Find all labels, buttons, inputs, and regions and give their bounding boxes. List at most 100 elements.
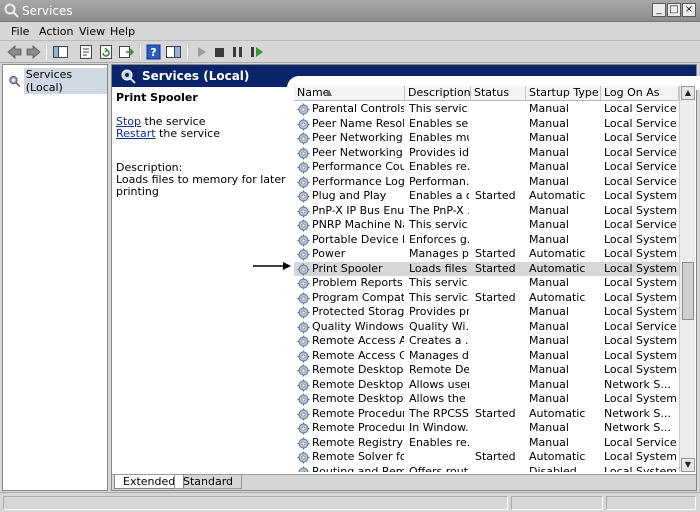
cell-name: Remote Solver for ... <box>312 450 404 463</box>
table-row[interactable]: Problem Reports an... This servic... Manua… <box>294 276 679 291</box>
tree-item-label: Services (Local) <box>23 68 107 94</box>
table-row[interactable]: Remote Registry Enables re... Manual Local … <box>294 436 679 451</box>
cell-log-on-as: Network S... <box>604 377 671 391</box>
cell-description: Performan... <box>409 174 469 188</box>
cell-startup-type: Manual <box>529 305 569 318</box>
table-row[interactable]: Remote Desktop Se... Allows user... Manual… <box>294 378 679 393</box>
start-service-icon[interactable] <box>193 44 210 60</box>
menu-help[interactable]: Help <box>110 25 135 38</box>
cell-name: Remote Desktop Se... <box>312 377 404 391</box>
cell-log-on-as: Local System <box>604 348 678 362</box>
cell-log-on-as: Local Service <box>604 131 677 144</box>
tree-item-services-local[interactable]: Services (Local) <box>8 68 107 94</box>
cell-log-on-as: Local System <box>604 261 678 275</box>
service-gear-icon <box>297 292 310 304</box>
table-row[interactable]: Peer Networking Id... Provides id... Manua… <box>294 146 679 161</box>
table-row[interactable]: Performance Count... Enables re... Manual L… <box>294 160 679 175</box>
scroll-up-button[interactable]: ▲ <box>681 86 695 100</box>
table-row[interactable]: Portable Device En... Enforces g... Manual… <box>294 233 679 248</box>
table-row[interactable]: Remote Access Co... Manages di... Manual Lo… <box>294 349 679 364</box>
menu-view[interactable]: View <box>79 25 105 38</box>
service-gear-icon <box>297 335 310 348</box>
maximize-button[interactable]: □ <box>667 3 681 17</box>
cell-name: Peer Name Resoluti... <box>312 116 404 130</box>
cell-startup-type: Manual <box>529 145 569 159</box>
help-icon[interactable]: ? <box>145 44 162 60</box>
cell-log-on-as: Network S... <box>604 406 671 420</box>
table-row[interactable]: Quality Windows A... Quality Wi... Manual L… <box>294 320 679 335</box>
show-hide-action-pane-icon[interactable] <box>165 44 182 60</box>
cell-description: This servic... <box>409 290 469 304</box>
table-row[interactable]: Remote Procedure ... In Window... Manual Ne… <box>294 421 679 436</box>
cell-name: Protected Storage <box>312 305 404 318</box>
cell-description: Creates a ... <box>409 334 469 347</box>
cell-log-on-as: Local Service <box>604 145 677 159</box>
column-header-log-on-as[interactable]: Log On As <box>601 86 679 101</box>
cell-description: This servic... <box>409 218 469 231</box>
cell-startup-type: Manual <box>529 377 569 391</box>
table-row[interactable]: Routing and Remot... Offers rout... Disabl… <box>294 465 679 472</box>
cell-name: PnP-X IP Bus Enum... <box>312 203 404 217</box>
column-header-name[interactable]: Name ▲ <box>294 86 405 101</box>
refresh-icon[interactable] <box>98 44 115 60</box>
cell-description: Enables re... <box>409 160 469 173</box>
close-button[interactable]: × <box>682 3 696 17</box>
table-row[interactable]: Peer Name Resoluti... Enables se... Manual… <box>294 117 679 132</box>
table-row[interactable]: Protected Storage Provides pr... Manual Loc… <box>294 305 679 320</box>
cell-startup-type: Automatic <box>529 261 586 275</box>
table-row[interactable]: Program Compatibili... This servic... Star… <box>294 291 679 306</box>
menu-action[interactable]: Action <box>39 25 73 38</box>
table-row[interactable]: Parental Controls This servic... Manual Loc… <box>294 102 679 117</box>
cell-startup-type: Manual <box>529 334 569 347</box>
restart-service-icon[interactable] <box>248 44 265 60</box>
pause-service-icon[interactable] <box>229 44 246 60</box>
table-row[interactable]: PnP-X IP Bus Enum... The PnP-X ... Manual L… <box>294 204 679 219</box>
scroll-down-button[interactable]: ▼ <box>681 458 695 472</box>
services-gear-icon <box>121 69 136 84</box>
vertical-scrollbar[interactable]: ▲ ▼ <box>679 86 695 472</box>
column-header-description[interactable]: Description <box>405 86 471 101</box>
services-gear-icon <box>9 75 21 87</box>
cell-startup-type: Automatic <box>529 189 586 202</box>
annotation-arrow-icon <box>253 262 291 270</box>
minimize-button[interactable]: _ <box>652 3 666 17</box>
export-list-icon[interactable] <box>118 44 135 60</box>
table-row[interactable]: Remote Solver for ... Started Automatic Loc… <box>294 450 679 465</box>
service-gear-icon <box>297 205 310 217</box>
back-arrow-icon[interactable] <box>6 44 23 60</box>
cell-description: Provides pr... <box>409 305 469 318</box>
service-gear-icon <box>297 364 310 377</box>
service-gear-icon <box>297 321 310 333</box>
table-row[interactable]: Remote Desktop Se... Allows the ... Manual… <box>294 392 679 407</box>
table-row[interactable]: Power Manages p... Started Automatic Local S… <box>294 247 679 262</box>
table-row[interactable]: Performance Logs ... Performan... Manual Lo… <box>294 175 679 190</box>
scroll-thumb[interactable] <box>682 262 694 320</box>
service-gear-icon <box>297 147 310 159</box>
restart-service-link[interactable]: Restart <box>116 127 156 140</box>
table-row[interactable]: Plug and Play Enables a c... Started Automa… <box>294 189 679 204</box>
cell-startup-type: Manual <box>529 174 569 188</box>
menu-file[interactable]: File <box>11 25 29 38</box>
cell-startup-type: Manual <box>529 116 569 130</box>
properties-icon[interactable] <box>78 44 95 60</box>
table-row-selected[interactable]: Print Spooler Loads files ... Started Autom… <box>294 261 679 276</box>
tab-standard[interactable]: Standard <box>174 475 243 489</box>
column-header-startup-type[interactable]: Startup Type <box>526 86 601 101</box>
cell-log-on-as: Local System <box>604 334 678 347</box>
table-row[interactable]: Remote Access Aut... Creates a ... Manual L… <box>294 334 679 349</box>
table-row[interactable]: Remote Procedure ... The RPCSS... Started A… <box>294 407 679 422</box>
cell-log-on-as: Network S... <box>604 421 671 434</box>
table-row[interactable]: PNRP Machine Nam... This servic... Manual L… <box>294 218 679 233</box>
forward-arrow-icon[interactable] <box>25 44 42 60</box>
title-bar: Services _ □ × <box>0 0 700 22</box>
table-row[interactable]: Peer Networking Gr... Enables mu... Manual… <box>294 131 679 146</box>
console-tree-icon[interactable] <box>52 44 69 60</box>
cell-name: Plug and Play <box>312 189 387 202</box>
cell-status: Started <box>475 261 516 275</box>
cell-name: Problem Reports an... <box>312 276 404 289</box>
cell-log-on-as: Local Service <box>604 435 677 449</box>
stop-service-icon[interactable] <box>211 44 228 60</box>
status-bar <box>0 492 700 512</box>
table-row[interactable]: Remote Desktop C... Remote De... Manual Loc… <box>294 363 679 378</box>
column-header-status[interactable]: Status <box>471 86 526 101</box>
